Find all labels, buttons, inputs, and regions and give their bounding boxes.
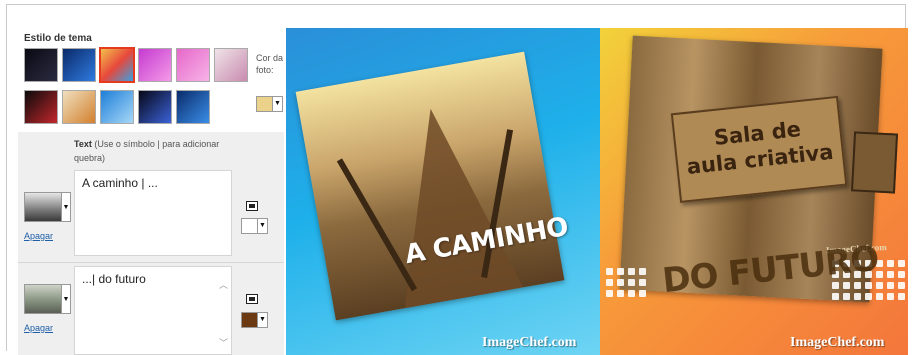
text-row-2-delete-link[interactable]: Apagar <box>24 323 53 333</box>
photo-color-label: Cor da foto: <box>256 53 284 75</box>
dot <box>628 268 635 275</box>
dot <box>898 282 905 289</box>
preview-right-card: Sala de aula criativa ImageChef.com Imag… <box>600 28 908 355</box>
text-row-2-color-picker[interactable]: ▼ <box>241 312 268 328</box>
dot <box>617 268 624 275</box>
dot <box>617 279 624 286</box>
text-row-1-input[interactable]: A caminho | ... <box>74 170 232 256</box>
text-row-2-input[interactable]: ...| do futuro <box>74 266 232 355</box>
theme-swatch-snowflakes-blue[interactable] <box>100 90 134 124</box>
text-heading-hint: (Use o símbolo | para adicionar quebra) <box>74 139 220 163</box>
theme-swatch-pink-glow[interactable] <box>138 48 172 82</box>
text-row-1-delete-link[interactable]: Apagar <box>24 231 53 241</box>
text-row-2-image-thumb[interactable] <box>24 284 62 314</box>
dot <box>898 293 905 300</box>
theme-swatch-rainbow[interactable] <box>99 47 135 83</box>
preview-left-card: A CAMINHO ImageChef.com <box>286 28 600 355</box>
text-style-icon[interactable] <box>246 294 258 304</box>
theme-swatch-leaves-autumn[interactable] <box>62 90 96 124</box>
theme-style-title: Estilo de tema <box>24 33 92 44</box>
row-divider <box>18 262 284 263</box>
dot <box>639 268 646 275</box>
text-row-1-color-picker[interactable]: ▼ <box>241 218 268 234</box>
wooden-sign: Sala de aula criativa <box>670 95 848 203</box>
dot <box>854 282 861 289</box>
dot <box>843 293 850 300</box>
dot <box>606 268 613 275</box>
text-heading: Text (Use o símbolo | para adicionar que… <box>74 137 244 165</box>
dot <box>628 290 635 297</box>
dot <box>832 293 839 300</box>
theme-swatch-sparkle-black[interactable] <box>24 48 58 82</box>
text-style-icon[interactable] <box>246 201 258 211</box>
dot <box>865 282 872 289</box>
dot <box>876 293 883 300</box>
photo-color-picker[interactable]: ▼ <box>256 96 283 112</box>
dot <box>898 271 905 278</box>
chevron-down-icon[interactable]: ▼ <box>62 284 71 314</box>
dot <box>887 293 894 300</box>
theme-panel: Estilo de tema Cor da foto: ▼ Text (Use … <box>18 28 284 355</box>
chevron-down-icon[interactable]: ▼ <box>62 192 71 222</box>
dot <box>876 282 883 289</box>
dot <box>628 279 635 286</box>
boardwalk-photo <box>295 51 565 321</box>
dot <box>887 282 894 289</box>
theme-swatch-pink-hearts[interactable] <box>176 48 210 82</box>
text-heading-label: Text <box>74 139 92 149</box>
chevron-down-icon: ▼ <box>259 222 266 229</box>
theme-swatch-blue-bokeh[interactable] <box>62 48 96 82</box>
dot <box>843 282 850 289</box>
scroll-up-icon[interactable]: ︿ <box>219 278 228 291</box>
decorative-dots <box>606 268 646 297</box>
dot <box>617 290 624 297</box>
text-section: Text (Use o símbolo | para adicionar que… <box>18 132 284 355</box>
dot <box>887 271 894 278</box>
dot <box>898 260 905 267</box>
dot <box>865 293 872 300</box>
dot <box>887 260 894 267</box>
dot <box>606 290 613 297</box>
boardwalk-shape <box>371 98 524 309</box>
theme-swatch-hearts-dark[interactable] <box>24 90 58 124</box>
scroll-down-icon[interactable]: ﹀ <box>219 336 228 349</box>
theme-swatch-fireworks[interactable] <box>138 90 172 124</box>
theme-swatch-blue-sparkle[interactable] <box>176 90 210 124</box>
chevron-down-icon: ▼ <box>274 100 281 107</box>
text-row-1-image-thumb[interactable] <box>24 192 62 222</box>
watermark-right: ImageChef.com <box>790 335 885 350</box>
photo-color-chip <box>257 97 273 111</box>
text-row-1-color-chip <box>242 219 258 233</box>
text-row-2-color-chip <box>242 313 258 327</box>
dot <box>854 293 861 300</box>
dot <box>639 290 646 297</box>
preview-canvas: A CAMINHO ImageChef.com Sala de aula cri… <box>286 28 908 355</box>
watermark-left: ImageChef.com <box>482 335 577 350</box>
chevron-down-icon: ▼ <box>259 316 266 323</box>
dot <box>639 279 646 286</box>
theme-swatch-flowers-white[interactable] <box>214 48 248 82</box>
birdhouse <box>850 131 899 194</box>
dot <box>606 279 613 286</box>
